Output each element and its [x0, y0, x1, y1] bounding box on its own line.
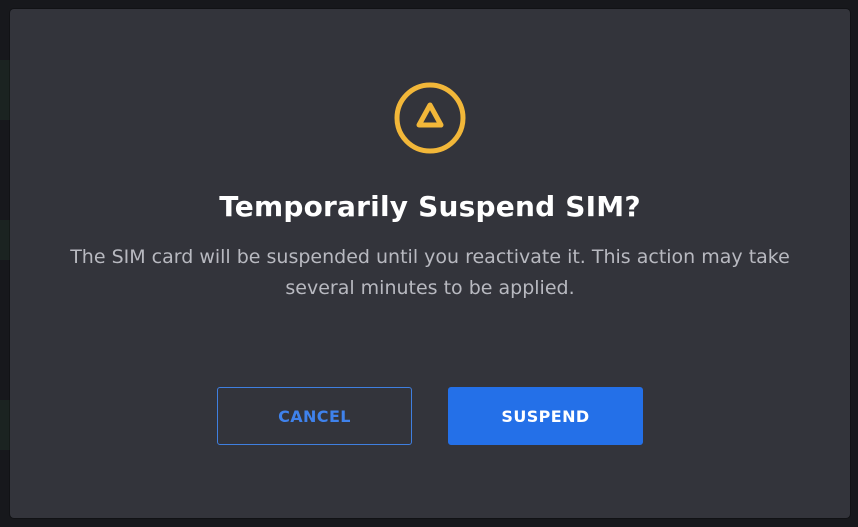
- cancel-button[interactable]: CANCEL: [217, 387, 412, 445]
- warning-triangle-icon: [393, 81, 467, 155]
- dialog-message: The SIM card will be suspended until you…: [70, 246, 790, 299]
- suspend-sim-dialog: Temporarily Suspend SIM? The SIM card wi…: [10, 9, 850, 518]
- dialog-title: Temporarily Suspend SIM?: [219, 190, 641, 223]
- suspend-button[interactable]: SUSPEND: [448, 387, 643, 445]
